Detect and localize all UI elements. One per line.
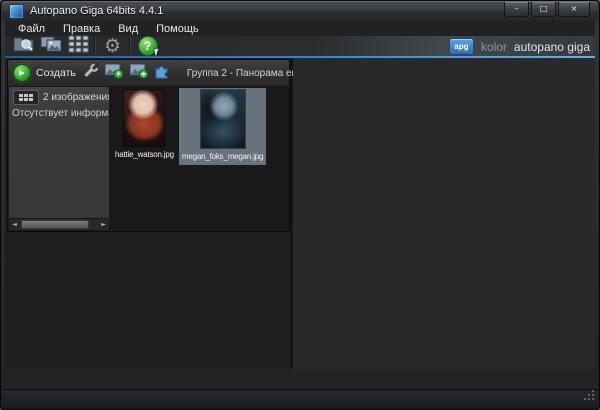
thumbnail-cell-selected[interactable]: megan_foks_megan.jpg [178, 88, 267, 165]
thumbnail-filename: megan_foks_megan.jpg [181, 152, 264, 161]
menu-file[interactable]: Файл [9, 23, 54, 35]
window-bottom-frame [2, 389, 598, 409]
help-button[interactable]: ? [134, 36, 161, 57]
image-add-icon [129, 63, 149, 83]
add-images-button[interactable] [129, 62, 149, 84]
thumbnail-image [124, 90, 165, 146]
minimize-button[interactable]: – [504, 2, 529, 17]
group-info-panel: 2 изображения Отсутствует информация EXI… [9, 87, 109, 219]
scroll-right-button[interactable]: ► [98, 219, 109, 230]
image-count-label: 2 изображения [43, 92, 109, 103]
render-group-button[interactable]: ▶ [13, 64, 31, 82]
scroll-left-button[interactable]: ◄ [9, 219, 20, 230]
detect-grid-button[interactable] [64, 34, 91, 58]
wrench-icon [83, 61, 102, 83]
open-images-button[interactable] [10, 36, 37, 56]
settings-gear-icon: ⚙ [103, 34, 122, 57]
resize-grip[interactable] [583, 388, 595, 406]
toolbar-separator [129, 38, 131, 54]
pictures-icon [39, 34, 63, 58]
play-icon: ▶ [19, 69, 25, 77]
create-label[interactable]: Создать [36, 67, 76, 79]
menu-view[interactable]: Вид [109, 23, 147, 35]
layout-grid-icon [13, 90, 39, 105]
toolbar-separator [94, 38, 96, 54]
group-toolbar: ▶ Создать Группа 2 - Панорама еще не соз… [8, 60, 372, 87]
app-icon [9, 3, 24, 19]
import-images-button[interactable] [104, 62, 124, 84]
scrollbar-track[interactable] [20, 219, 98, 230]
brand-kolor: kolor [480, 39, 507, 54]
thumbnail-image [200, 90, 245, 148]
grid-detect-icon [66, 34, 90, 58]
apg-logo: apg [448, 38, 474, 55]
plugins-button[interactable] [154, 63, 170, 84]
question-glyph: ? [143, 39, 152, 53]
maximize-button[interactable]: □ [531, 2, 556, 17]
help-icon: ? [137, 36, 160, 57]
brand-product: autopano giga [513, 39, 590, 54]
menu-bar: Файл Правка Вид Помощь [5, 21, 595, 36]
groups-panel: ▶ Создать Группа 2 - Панорама еще не соз… [5, 58, 372, 409]
close-button[interactable]: × [558, 2, 590, 17]
group-settings-button[interactable] [83, 61, 102, 84]
thumbnail-filename: hattie_watson.jpg [115, 150, 174, 159]
image-import-icon [104, 63, 124, 83]
main-area: ▶ Создать Группа 2 - Панорама еще не соз… [5, 58, 595, 409]
menu-edit[interactable]: Правка [54, 23, 109, 35]
scrollbar-thumb[interactable] [21, 220, 89, 229]
pictures-button[interactable] [37, 36, 64, 56]
group-box: ▶ Создать Группа 2 - Панорама еще не соз… [7, 59, 372, 232]
title-bar[interactable]: Autopano Giga 64bits 4.4.1 – □ × [2, 1, 598, 21]
brand-area: apg kolor autopano giga [448, 38, 590, 55]
exif-status-label: Отсутствует информация EXIF [12, 108, 109, 119]
thumbnail-cell[interactable]: hattie_watson.jpg [112, 88, 177, 163]
window-controls: – □ × [504, 2, 590, 17]
panoramas-panel: Все панорамы ⚙ ▾ × [293, 58, 595, 409]
menu-help[interactable]: Помощь [147, 23, 208, 35]
plugin-puzzle-icon [154, 65, 170, 83]
horizontal-scrollbar[interactable]: ◄ ► [9, 218, 109, 230]
open-images-folder-icon [12, 34, 36, 58]
window-title: Autopano Giga 64bits 4.4.1 [30, 5, 164, 17]
app-window: Autopano Giga 64bits 4.4.1 – □ × Файл Пр… [0, 0, 600, 410]
thumbnail-area: hattie_watson.jpg megan_foks_megan.jpg [109, 87, 288, 230]
settings-button[interactable]: ⚙ [99, 36, 126, 56]
